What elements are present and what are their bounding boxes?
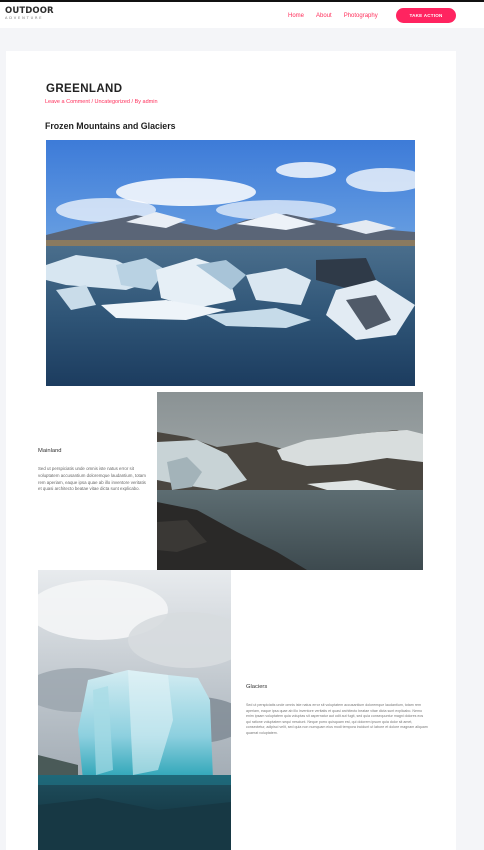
post-meta[interactable]: Leave a Comment / Uncategorized / By adm… xyxy=(45,99,158,105)
post-title: GREENLAND xyxy=(46,83,123,95)
nav-home-link[interactable]: Home xyxy=(288,13,304,19)
logo-main-text: OUTDOOR xyxy=(5,6,54,16)
mainland-title: Mainland xyxy=(38,448,62,454)
section-heading: Frozen Mountains and Glaciers xyxy=(45,121,176,131)
mainland-text: Sed ut perspiciatis unde omnis iste natu… xyxy=(38,466,146,492)
site-header: OUTDOOR ADVENTURE Home About Photography… xyxy=(0,0,484,28)
glaciers-text: Sed ut perspiciatis unde omnis iste natu… xyxy=(246,703,428,735)
logo-sub-text: ADVENTURE xyxy=(5,16,44,20)
glaciers-title: Glaciers xyxy=(246,684,268,690)
take-action-button[interactable]: TAKE ACTION xyxy=(396,8,456,23)
iceberg-image xyxy=(38,570,231,850)
mountain-glacier-image xyxy=(157,392,423,570)
nav-about-link[interactable]: About xyxy=(316,13,332,19)
site-logo[interactable]: OUTDOOR ADVENTURE xyxy=(5,7,54,21)
main-nav: Home About Photography xyxy=(288,13,390,19)
nav-photography-link[interactable]: Photography xyxy=(344,13,378,19)
icebergs-lagoon-image xyxy=(46,140,415,386)
